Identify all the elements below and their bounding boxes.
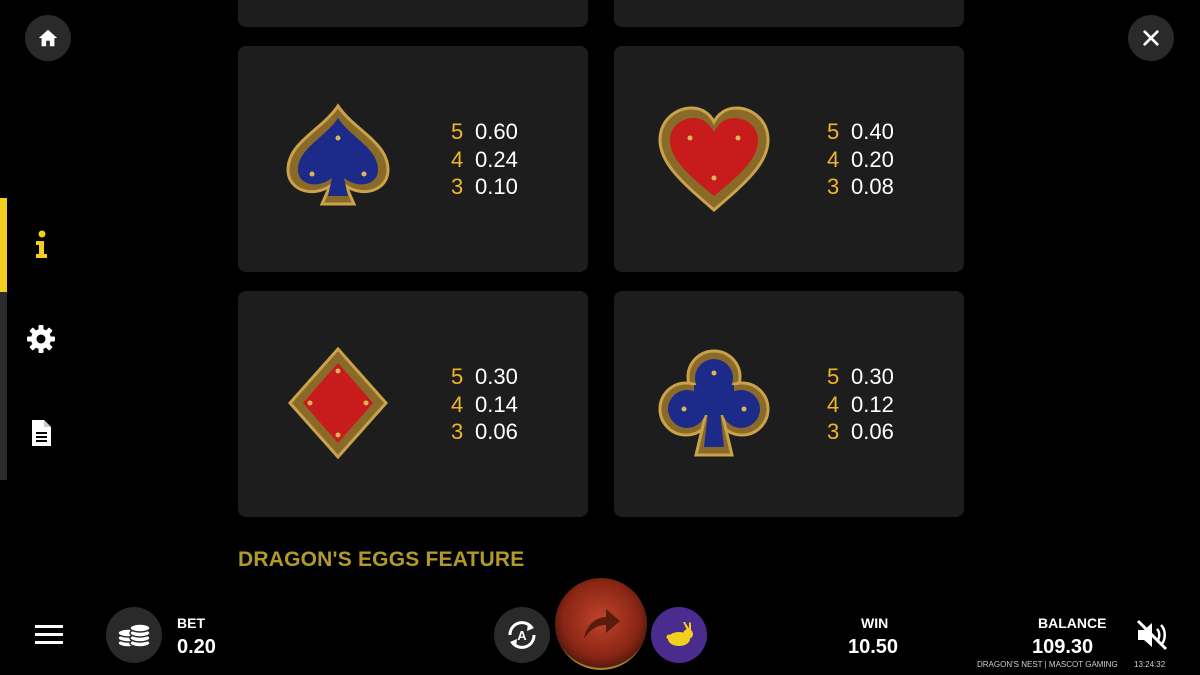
paytable-card-partial	[614, 0, 964, 27]
payout-value: 0.08	[851, 174, 894, 199]
payout-row: 4 0.12	[827, 391, 894, 419]
info-icon	[36, 230, 47, 258]
close-icon	[1143, 30, 1159, 46]
payout-value: 0.20	[851, 146, 894, 172]
game-footer-label: DRAGON'S NEST | MASCOT GAMING	[977, 660, 1118, 669]
paytable-payouts: 5 0.30 4 0.12 3 0.06	[827, 363, 894, 446]
coins-stack-icon	[117, 623, 151, 648]
payout-row: 5 0.60	[451, 118, 518, 146]
side-item-rules[interactable]	[7, 386, 75, 480]
symbol-count: 3	[827, 419, 840, 444]
side-item-info[interactable]	[7, 198, 75, 292]
heart-symbol-icon	[658, 106, 770, 212]
payout-value: 0.60	[475, 119, 518, 144]
payout-row: 3 0.08	[827, 173, 894, 201]
bet-label: BET	[177, 615, 205, 631]
side-item-settings[interactable]	[7, 292, 75, 386]
payout-row: 3 0.06	[451, 418, 518, 446]
side-nav-rail	[0, 198, 7, 480]
payout-value: 0.30	[851, 364, 894, 389]
paytable-card-spade: 5 0.60 4 0.24 3 0.10	[238, 46, 588, 272]
paytable-payouts: 5 0.30 4 0.14 3 0.06	[451, 363, 518, 446]
svg-text:A: A	[517, 628, 527, 643]
win-value: 10.50	[848, 636, 899, 658]
spade-symbol-icon	[286, 103, 390, 206]
payout-row: 5 0.30	[451, 363, 518, 391]
symbol-count: 4	[827, 146, 840, 172]
symbol-count: 5	[451, 364, 464, 389]
menu-icon[interactable]	[34, 622, 64, 648]
autoplay-button[interactable]: A	[494, 607, 550, 663]
payout-row: 5 0.40	[827, 118, 894, 146]
symbol-count: 4	[827, 391, 840, 417]
symbol-count: 4	[451, 391, 464, 417]
paytable-card-partial	[238, 0, 588, 27]
balance-value: 109.30	[1032, 636, 1094, 658]
symbol-count: 5	[827, 364, 840, 389]
payout-row: 5 0.30	[827, 363, 894, 391]
payout-row: 4 0.24	[451, 146, 518, 174]
symbol-count: 4	[451, 146, 464, 172]
symbol-count: 3	[827, 174, 840, 199]
payout-value: 0.06	[475, 419, 518, 444]
section-title: DRAGON'S EGGS FEATURE	[238, 548, 525, 571]
symbol-count: 3	[451, 174, 464, 199]
sound-muted-icon[interactable]	[1134, 618, 1170, 652]
payout-value: 0.40	[851, 119, 894, 144]
gear-icon	[27, 325, 55, 353]
rabbit-icon	[666, 622, 693, 646]
spin-button[interactable]	[555, 578, 647, 670]
paytable-card-diamond: 5 0.30 4 0.14 3 0.06	[238, 291, 588, 517]
side-nav-active-indicator	[0, 198, 7, 292]
paytable-card-heart: 5 0.40 4 0.20 3 0.08	[614, 46, 964, 272]
club-symbol-icon	[658, 349, 770, 457]
payout-value: 0.14	[475, 391, 518, 417]
win-label: WIN	[861, 615, 889, 631]
spin-arrow-icon	[584, 609, 620, 639]
bet-chips-button[interactable]	[106, 607, 162, 663]
symbol-count: 3	[451, 419, 464, 444]
symbol-count: 5	[451, 119, 464, 144]
paytable-card-club: 5 0.30 4 0.12 3 0.06	[614, 291, 964, 517]
clock-label: 13:24:32	[1134, 660, 1166, 669]
document-icon	[32, 420, 51, 446]
payout-value: 0.30	[475, 364, 518, 389]
payout-row: 4 0.20	[827, 146, 894, 174]
balance-label: BALANCE	[1038, 615, 1107, 631]
payout-row: 3 0.06	[827, 418, 894, 446]
payout-value: 0.12	[851, 391, 894, 417]
turbo-button[interactable]	[651, 607, 707, 663]
autoplay-icon: A	[508, 621, 536, 649]
payout-row: 3 0.10	[451, 173, 518, 201]
diamond-symbol-icon	[287, 346, 389, 460]
payout-row: 4 0.14	[451, 391, 518, 419]
paytable-payouts: 5 0.60 4 0.24 3 0.10	[451, 118, 518, 201]
payout-value: 0.24	[475, 146, 518, 172]
paytable-payouts: 5 0.40 4 0.20 3 0.08	[827, 118, 894, 201]
bet-value: 0.20	[177, 636, 216, 658]
symbol-count: 5	[827, 119, 840, 144]
home-icon	[38, 29, 58, 47]
close-button[interactable]	[1128, 15, 1174, 61]
payout-value: 0.06	[851, 419, 894, 444]
payout-value: 0.10	[475, 174, 518, 199]
home-button[interactable]	[25, 15, 71, 61]
